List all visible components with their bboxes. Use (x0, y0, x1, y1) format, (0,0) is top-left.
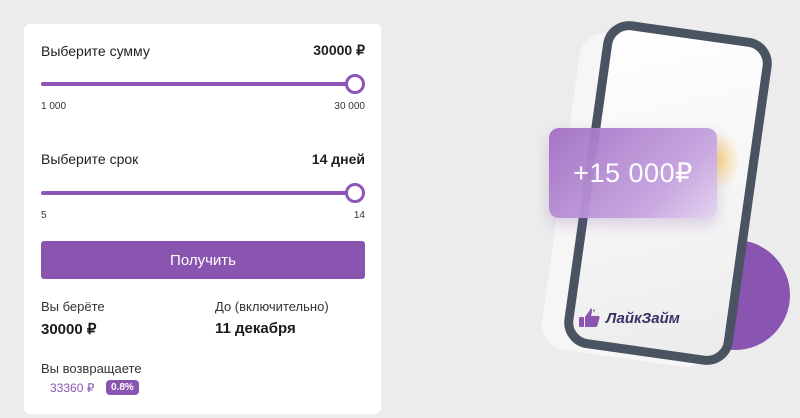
take-label: Вы берёте (41, 299, 105, 314)
amount-value: 30000 ₽ (313, 42, 365, 58)
amount-slider-fill (41, 82, 355, 86)
amount-slider-thumb[interactable] (345, 74, 365, 94)
brand-name: ЛайкЗайм (606, 309, 680, 327)
amount-header: Выберите сумму 30000 ₽ (41, 42, 365, 59)
term-label: Выберите срок (41, 151, 139, 167)
term-range: 5 14 (41, 210, 365, 221)
return-value: 33360 ₽ (50, 381, 95, 395)
rate-badge: 0.8% (106, 380, 139, 395)
thumbs-up-icon (579, 308, 600, 327)
amount-label: Выберите сумму (41, 42, 150, 59)
amount-max-label: 30 000 (334, 101, 365, 112)
amount-min-label: 1 000 (41, 101, 67, 112)
term-slider-fill (41, 191, 355, 195)
amount-range: 1 000 30 000 (41, 101, 365, 112)
term-value: 14 дней (311, 151, 365, 167)
loan-calculator-card: Выберите сумму 30000 ₽ 1 000 30 000 Выбе… (24, 24, 381, 414)
return-label: Вы возвращаете (41, 361, 142, 376)
term-max-label: 14 (353, 210, 365, 221)
term-slider-thumb[interactable] (345, 183, 365, 203)
until-value: 11 декабря (215, 320, 296, 337)
amount-slider[interactable] (41, 74, 365, 94)
take-value: 30000 ₽ (41, 321, 97, 338)
term-slider[interactable] (41, 183, 365, 203)
until-label: До (включительно) (215, 299, 329, 314)
term-header: Выберите срок 14 дней (41, 151, 365, 167)
get-loan-button[interactable]: Получить (41, 241, 365, 279)
term-min-label: 5 (41, 210, 47, 221)
brand-logo: ЛайкЗайм (578, 308, 680, 328)
promo-amount-card: +15 000₽ (549, 128, 717, 218)
